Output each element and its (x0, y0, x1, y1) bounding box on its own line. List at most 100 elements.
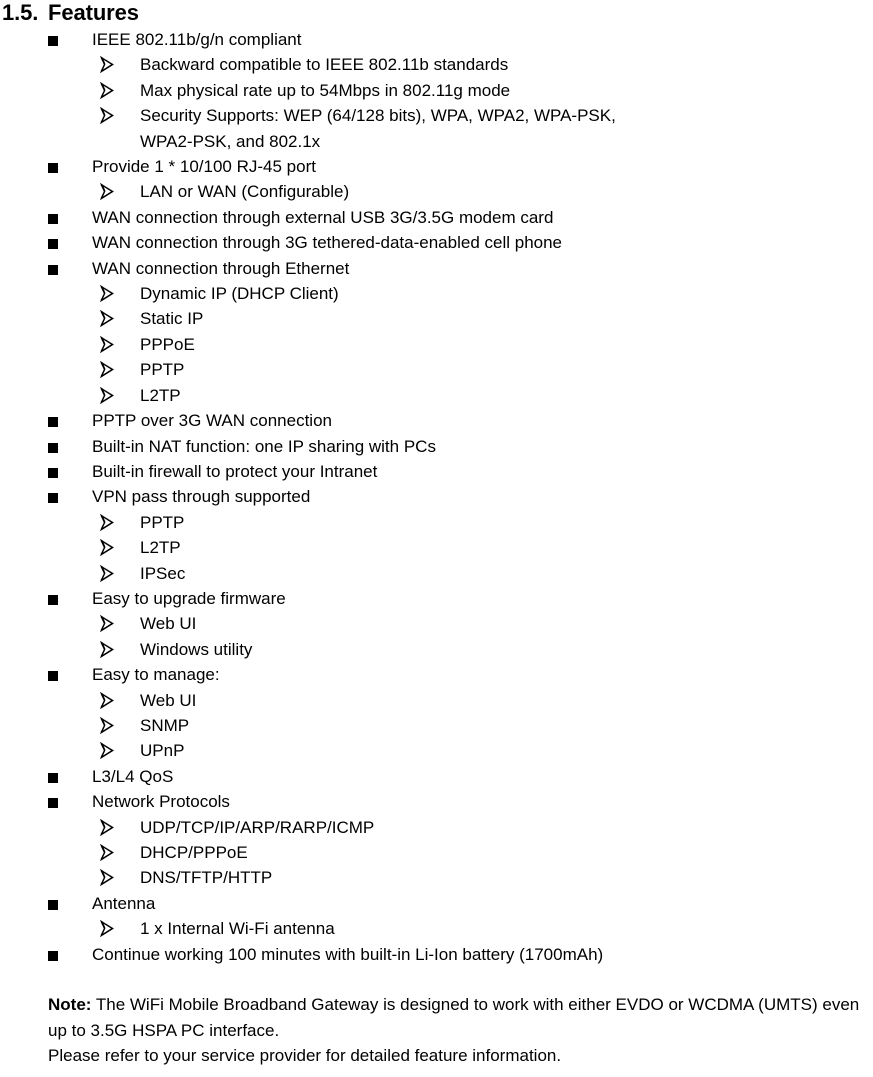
square-bullet-icon (48, 789, 92, 814)
arrow-bullet-icon (100, 840, 140, 865)
bullet-text: Antenna (92, 893, 156, 913)
sub-bullet-item: UDP/TCP/IP/ARP/RARP/ICMP (0, 815, 873, 840)
square-bullet-icon (48, 586, 92, 611)
sub-bullet-item: Windows utility (0, 637, 873, 662)
arrow-bullet-icon-glyph (100, 335, 114, 353)
arrow-bullet-icon (100, 357, 140, 382)
square-bullet-icon (48, 459, 92, 484)
arrow-bullet-icon-glyph (100, 285, 114, 303)
bullet-text: Built-in firewall to protect your Intran… (92, 461, 378, 481)
arrow-bullet-icon-glyph (100, 183, 114, 201)
features-list: IEEE 802.11b/g/n compliant Backward compa… (0, 27, 873, 967)
sub-bullet-item: PPTP (0, 510, 873, 535)
arrow-bullet-icon (100, 78, 140, 103)
square-bullet-icon-glyph (48, 36, 58, 46)
bullet-item: Easy to manage: (0, 662, 873, 687)
bullet-text: Network Protocols (92, 792, 230, 812)
bullet-item: Provide 1 * 10/100 RJ-45 port (0, 154, 873, 179)
square-bullet-icon (48, 891, 92, 916)
bullet-text: Web UI (140, 614, 197, 634)
bullet-text: IPSec (140, 563, 186, 583)
bullet-item: WAN connection through 3G tethered-data-… (0, 230, 873, 255)
square-bullet-icon-glyph (48, 467, 58, 478)
bullet-text: PPTP (140, 360, 185, 380)
bullet-item: WAN connection through external USB 3G/3… (0, 205, 873, 230)
arrow-bullet-icon-glyph (100, 81, 114, 99)
arrow-bullet-icon-glyph (100, 640, 114, 658)
bullet-item: Antenna (0, 891, 873, 916)
bullet-text: Windows utility (140, 639, 253, 659)
bullet-text: L2TP (140, 385, 181, 405)
square-bullet-icon-glyph (48, 899, 58, 910)
arrow-bullet-icon-glyph (100, 513, 114, 531)
square-bullet-icon (48, 434, 92, 459)
square-bullet-icon (48, 230, 92, 255)
sub-bullet-item: UPnP (0, 738, 873, 763)
bullet-item: WAN connection through Ethernet (0, 256, 873, 281)
arrow-bullet-icon (100, 383, 140, 408)
arrow-bullet-icon (100, 688, 140, 713)
arrow-bullet-icon (100, 510, 140, 535)
arrow-bullet-icon-glyph (100, 539, 114, 557)
square-bullet-icon-glyph (48, 798, 58, 809)
bullet-text: WAN connection through Ethernet (92, 258, 350, 278)
bullet-text: Easy to manage: (92, 665, 220, 685)
arrow-bullet-icon (100, 738, 140, 763)
bullet-text: Max physical rate up to 54Mbps in 802.11… (140, 80, 511, 100)
bullet-text: PPPoE (140, 334, 195, 354)
square-bullet-icon-glyph (48, 417, 58, 428)
bullet-text: LAN or WAN (Configurable) (140, 182, 350, 202)
bullet-text: Security Supports: WEP (64/128 bits), WP… (140, 106, 616, 126)
arrow-bullet-icon (100, 332, 140, 357)
arrow-bullet-icon (100, 561, 140, 586)
section-title: Features (48, 0, 139, 25)
arrow-bullet-icon-glyph (100, 818, 114, 836)
note-body: The WiFi Mobile Broadband Gateway is des… (48, 995, 860, 1040)
bullet-text: SNMP (140, 715, 190, 735)
arrow-bullet-icon-glyph (100, 564, 114, 582)
arrow-bullet-icon-glyph (100, 742, 114, 760)
arrow-bullet-icon-glyph (100, 386, 114, 404)
sub-bullet-item: Web UI (0, 611, 873, 636)
sub-bullet-item: Security Supports: WEP (64/128 bits), WP… (0, 103, 873, 154)
section-number: 1.5. (2, 0, 39, 25)
sub-bullet-item: Max physical rate up to 54Mbps in 802.11… (0, 78, 873, 103)
bullet-text-continued: WPA2-PSK, and 802.1x (140, 131, 321, 151)
bullet-text: IEEE 802.11b/g/n compliant (92, 30, 302, 49)
arrow-bullet-icon-glyph (100, 107, 114, 125)
bullet-text: Web UI (140, 690, 197, 710)
sub-bullet-item: Backward compatible to IEEE 802.11b stan… (0, 52, 873, 77)
square-bullet-icon-glyph (48, 264, 58, 275)
arrow-bullet-icon (100, 535, 140, 560)
square-bullet-icon (48, 408, 92, 433)
bullet-text: Static IP (140, 309, 204, 329)
bullet-item: VPN pass through supported (0, 484, 873, 509)
bullet-text: Built-in NAT function: one IP sharing wi… (92, 436, 436, 456)
square-bullet-icon-glyph (48, 442, 58, 453)
sub-bullet-item: DNS/TFTP/HTTP (0, 865, 873, 890)
bullet-text: UPnP (140, 741, 185, 761)
arrow-bullet-icon (100, 52, 140, 77)
bullet-text: L3/L4 QoS (92, 766, 174, 786)
sub-bullet-item: IPSec (0, 561, 873, 586)
note-block: Note: The WiFi Mobile Broadband Gateway … (0, 992, 873, 1068)
bullet-text: WAN connection through 3G tethered-data-… (92, 233, 563, 253)
sub-bullet-item: Web UI (0, 688, 873, 713)
arrow-bullet-icon (100, 281, 140, 306)
bullet-item: Built-in firewall to protect your Intran… (0, 459, 873, 484)
bullet-item: Continue working 100 minutes with built-… (0, 942, 873, 967)
bullet-text: DNS/TFTP/HTTP (140, 868, 273, 888)
square-bullet-icon (48, 484, 92, 509)
document-page: 1.5. Features IEEE 802.11b/g/n compliant… (0, 0, 873, 1077)
sub-bullet-item: LAN or WAN (Configurable) (0, 179, 873, 204)
arrow-bullet-icon (100, 306, 140, 331)
sub-bullet-item: SNMP (0, 713, 873, 738)
bullet-item: Network Protocols (0, 789, 873, 814)
arrow-bullet-icon (100, 713, 140, 738)
square-bullet-icon (48, 942, 92, 967)
sub-bullet-item: L2TP (0, 535, 873, 560)
bullet-text: Continue working 100 minutes with built-… (92, 944, 604, 964)
bullet-item: Easy to upgrade firmware (0, 586, 873, 611)
arrow-bullet-icon-glyph (100, 56, 114, 74)
arrow-bullet-icon (100, 611, 140, 636)
